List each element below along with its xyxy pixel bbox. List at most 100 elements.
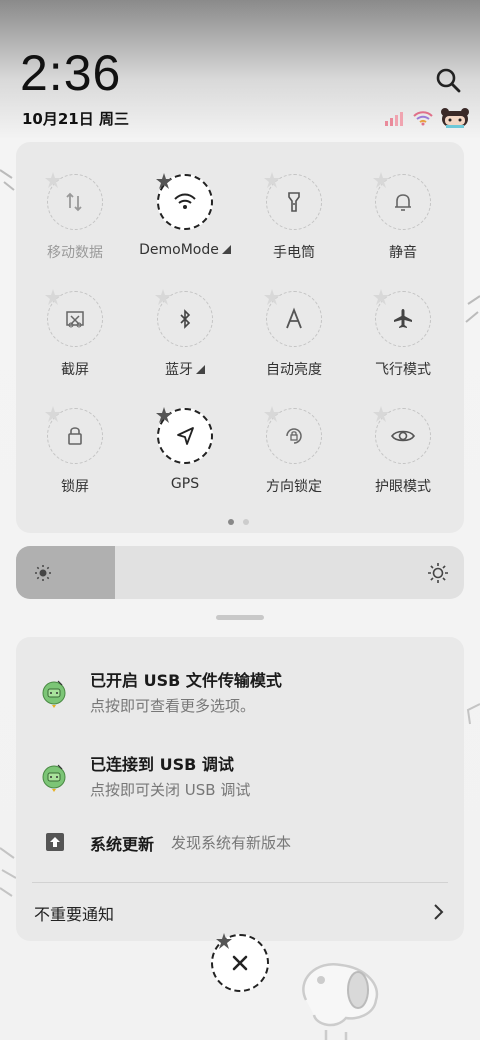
screenshot-icon [66, 311, 84, 328]
tile-label: 自动亮度 [239, 359, 349, 379]
edit-star-icon [45, 289, 61, 305]
tile-label: DemoMode [130, 242, 240, 258]
wifi-icon [413, 111, 433, 126]
edit-star-icon [45, 172, 61, 188]
tile-toggle[interactable] [45, 172, 103, 230]
expand-arrow-icon[interactable] [221, 245, 231, 254]
tile-label: 锁屏 [20, 476, 130, 496]
tile-wifi[interactable]: DemoMode [130, 173, 240, 258]
doodle-right-mid [466, 703, 480, 725]
expand-arrow-icon[interactable] [196, 365, 205, 374]
date-label: 10月21日 周三 [22, 110, 129, 128]
notification-title: 系统更新 [90, 835, 155, 854]
tile-toggle[interactable] [373, 172, 431, 230]
tile-label: 手电筒 [239, 242, 349, 262]
bluetooth-icon [180, 309, 191, 329]
close-icon [232, 955, 248, 971]
lock-icon [68, 427, 82, 445]
tile-screenshot[interactable]: 截屏 [20, 289, 130, 379]
tile-label-text: 锁屏 [61, 479, 89, 495]
tile-mobile-data[interactable]: 移动数据 [20, 172, 130, 262]
tile-toggle[interactable] [264, 172, 322, 230]
edit-star-icon [156, 407, 172, 423]
tile-label: 飞行模式 [348, 359, 458, 379]
notification-usb-debug[interactable]: 已连接到 USB 调试 点按即可关闭 USB 调试 [16, 751, 464, 811]
notification-usb-transfer[interactable]: 已开启 USB 文件传输模式 点按即可查看更多选项。 [16, 667, 464, 727]
snoopy-doodle [302, 962, 379, 1040]
tile-toggle[interactable] [156, 173, 213, 230]
tile-gps[interactable]: GPS [130, 407, 240, 492]
panel-drag-handle[interactable] [216, 615, 264, 620]
tile-flashlight[interactable]: 手电筒 [239, 172, 349, 262]
notification-text: 点按即可查看更多选项。 [90, 697, 256, 715]
tile-toggle[interactable] [45, 406, 103, 464]
brightness-high-icon [428, 563, 448, 583]
clear-notifications-button[interactable] [211, 933, 269, 992]
tile-lock-screen[interactable]: 锁屏 [20, 406, 130, 496]
chevron-right-icon[interactable] [432, 903, 444, 921]
tile-toggle[interactable] [45, 289, 103, 347]
edit-star-icon [264, 289, 280, 305]
tile-toggle[interactable] [264, 406, 322, 464]
page-dot [243, 519, 249, 525]
notification-text: 点按即可关闭 USB 调试 [90, 781, 251, 799]
tile-toggle[interactable] [156, 407, 213, 464]
tile-silent[interactable]: 静音 [348, 172, 458, 262]
search-icon[interactable] [434, 66, 462, 94]
tile-eye-care[interactable]: 护眼模式 [348, 406, 458, 496]
tile-label-text: 移动数据 [47, 245, 103, 261]
tile-label-text: 蓝牙 [165, 362, 193, 378]
tile-toggle[interactable] [155, 289, 213, 347]
doodle-right [465, 295, 480, 323]
tile-toggle[interactable] [373, 406, 431, 464]
edit-star-icon [373, 406, 389, 422]
tile-label-text: 飞行模式 [375, 362, 431, 378]
tile-rotation-lock[interactable]: 方向锁定 [239, 406, 349, 496]
tile-label-text: 自动亮度 [266, 362, 322, 378]
edit-star-icon [373, 289, 389, 305]
edit-star-icon [155, 289, 171, 305]
eye-icon [391, 430, 415, 442]
notification-system-update[interactable]: 系统更新 发现系统有新版本 [16, 833, 464, 863]
brightness-low-icon [35, 565, 51, 581]
quick-settings-panel: 移动数据 DemoMode 手电筒 静音截屏 蓝牙 自动亮度 飞行模式锁屏 GPS 方向锁定 护眼… [16, 142, 464, 533]
tile-label-text: 截屏 [61, 362, 89, 378]
edit-star-icon [264, 406, 280, 422]
edit-star-icon [373, 172, 389, 188]
edit-star-icon [264, 172, 280, 188]
notification-title: 已开启 USB 文件传输模式 [90, 671, 282, 690]
edit-star-icon [156, 173, 172, 189]
flashlight-icon [288, 192, 300, 212]
tile-toggle[interactable] [264, 289, 322, 347]
tile-label: 蓝牙 [130, 359, 240, 379]
mobile-data-icon [66, 192, 82, 212]
tile-label: 静音 [348, 242, 458, 262]
wifi-icon [174, 193, 196, 209]
notification-panel: 已开启 USB 文件传输模式 点按即可查看更多选项。 已连接到 USB 调试 点… [16, 637, 464, 941]
tile-label: GPS [130, 476, 240, 492]
android-debug-icon [42, 764, 66, 792]
character-icon [441, 108, 469, 128]
signal-icon [385, 112, 403, 126]
tile-label-text: 方向锁定 [266, 479, 322, 495]
android-debug-icon [42, 680, 66, 708]
clock-time: 2:36 [20, 45, 122, 101]
tile-bluetooth[interactable]: 蓝牙 [130, 289, 240, 379]
status-icons [384, 106, 470, 130]
brightness-fill [16, 546, 115, 599]
location-arrow-icon [177, 427, 194, 445]
tile-auto-brightness[interactable]: 自动亮度 [239, 289, 349, 379]
tile-label: 方向锁定 [239, 476, 349, 496]
page-indicator [228, 519, 249, 525]
notification-title: 已连接到 USB 调试 [90, 755, 234, 774]
brightness-slider[interactable] [16, 546, 464, 599]
tile-toggle[interactable] [373, 289, 431, 347]
bell-icon [395, 194, 411, 211]
tile-airplane[interactable]: 飞行模式 [348, 289, 458, 379]
auto-brightness-icon [286, 307, 302, 329]
tile-label-text: 护眼模式 [375, 479, 431, 495]
unimportant-notifications-link[interactable]: 不重要通知 [34, 901, 114, 925]
upload-icon [46, 833, 64, 851]
page-dot [228, 519, 234, 525]
edit-star-icon [45, 406, 61, 422]
